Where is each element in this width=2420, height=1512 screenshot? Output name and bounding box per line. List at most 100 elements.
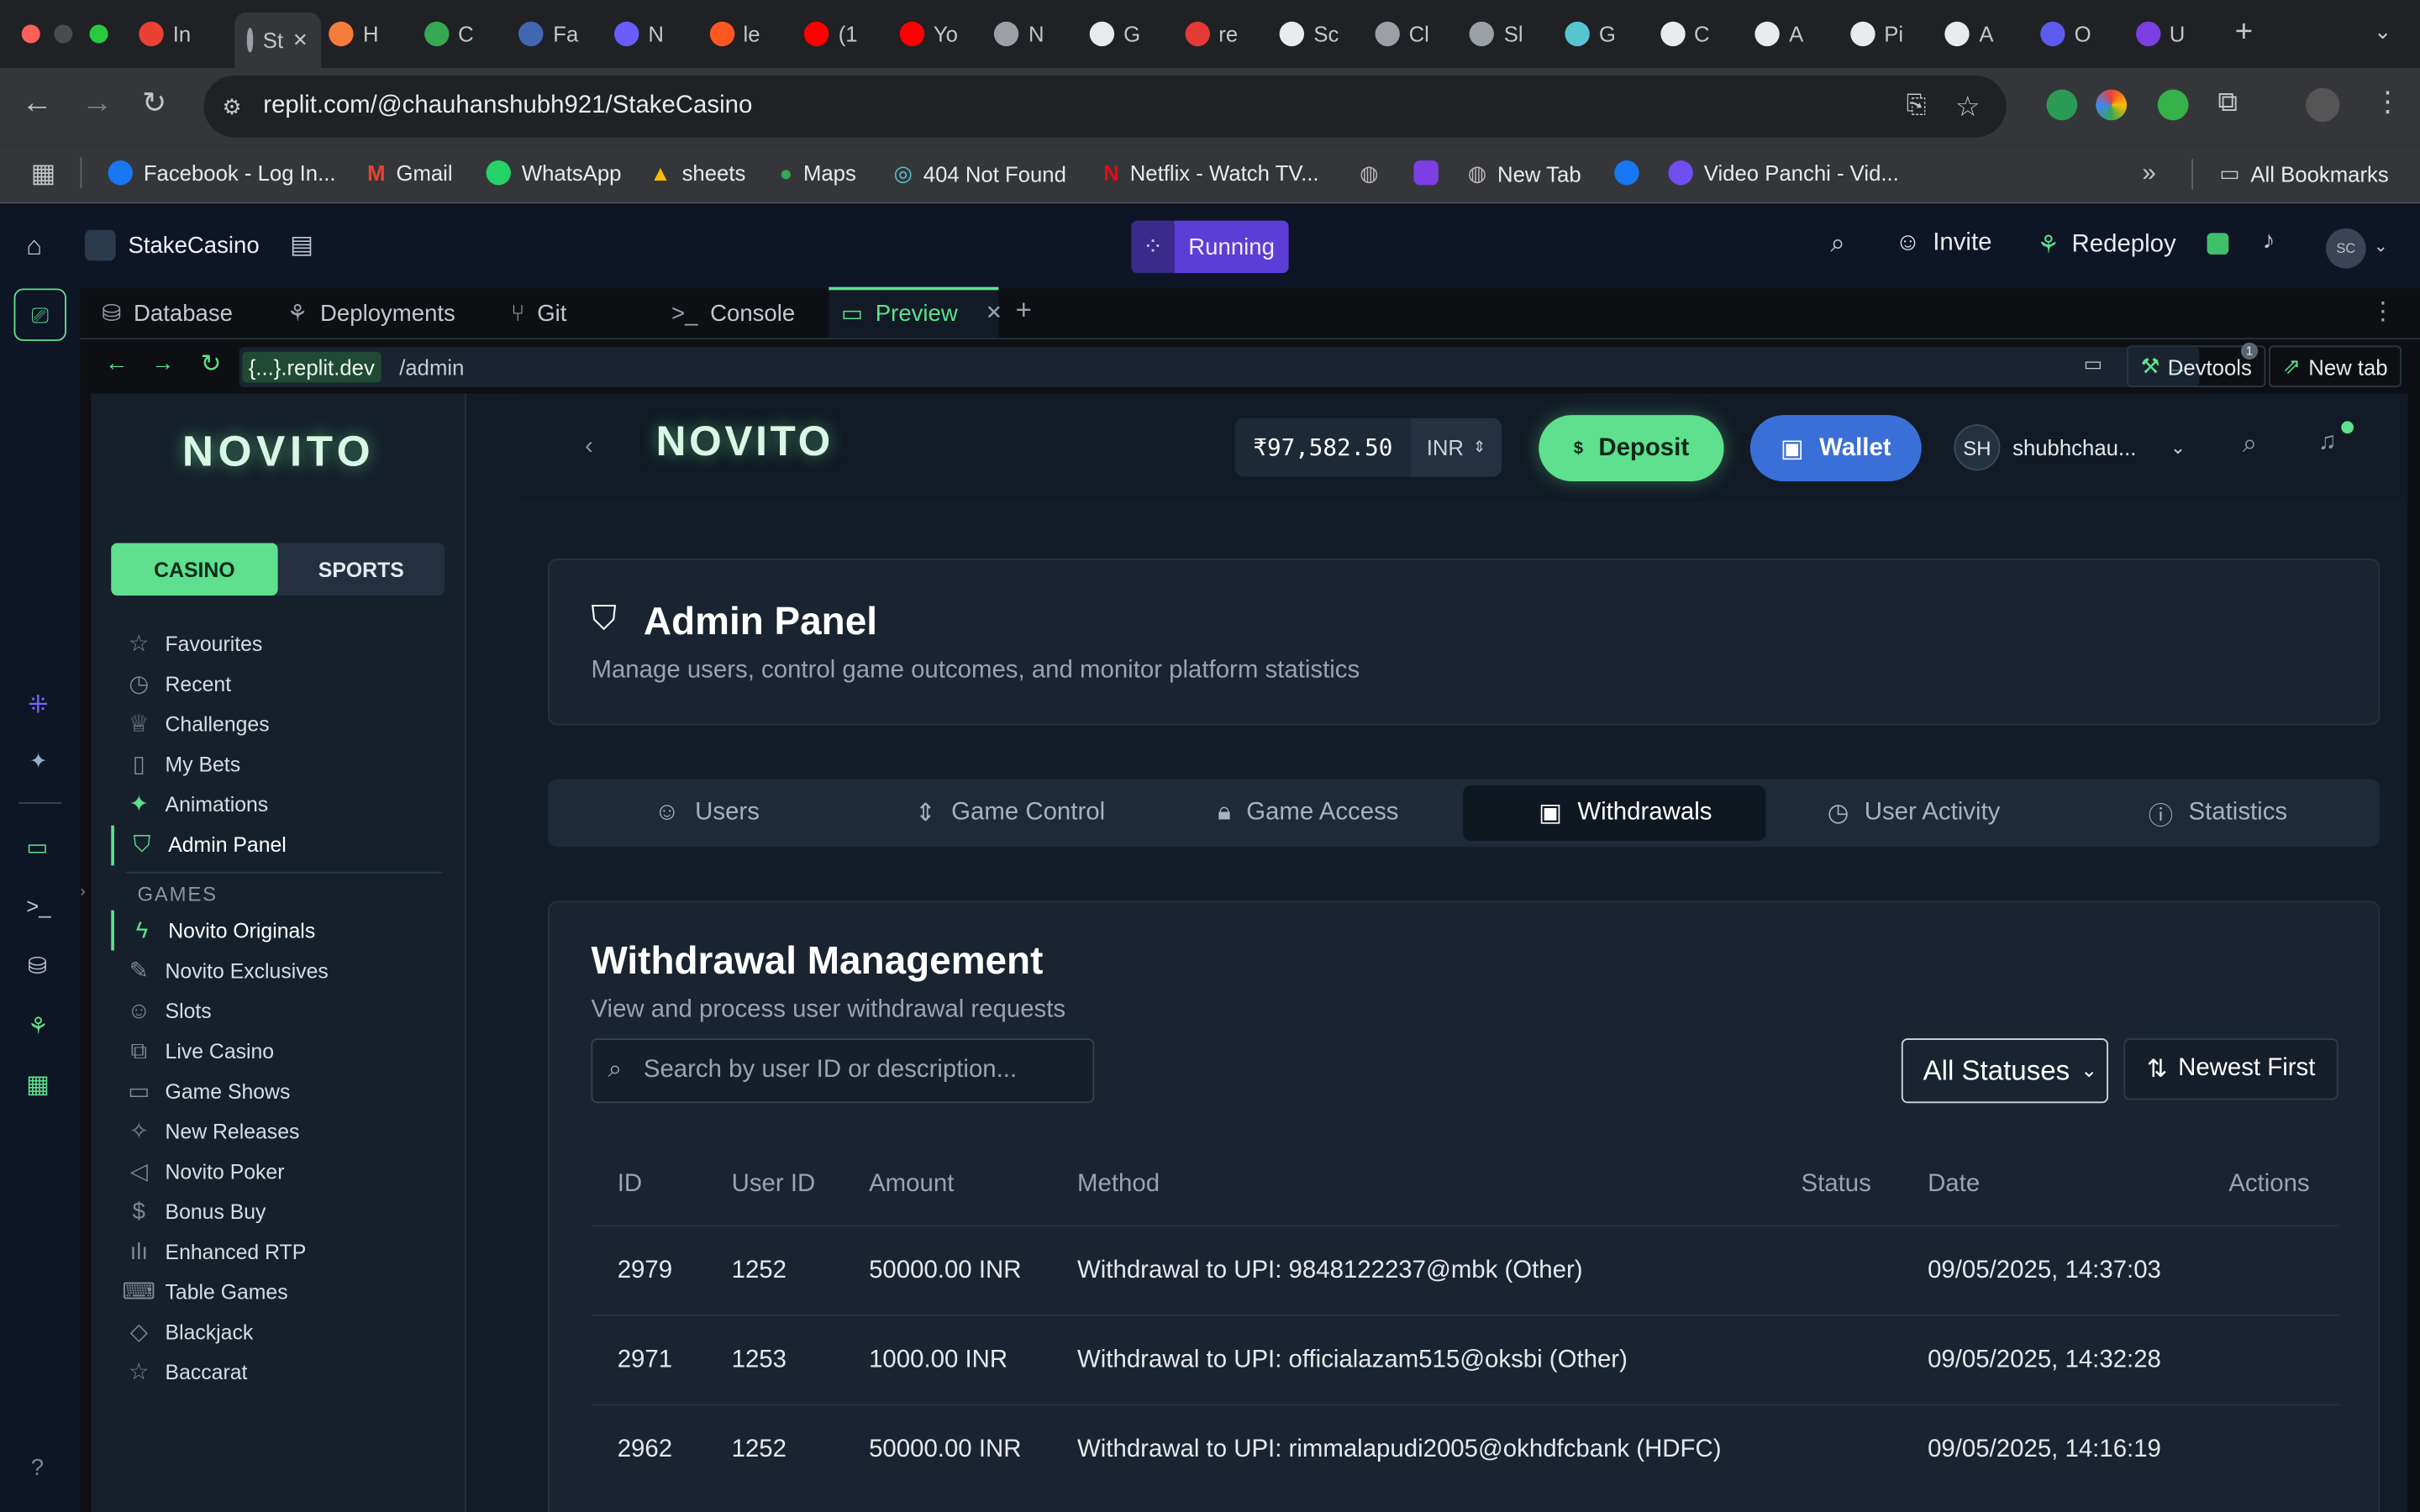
browser-tab[interactable]: Pi: [1849, 13, 1903, 55]
browser-tab[interactable]: In: [139, 13, 191, 55]
extension-status-icon[interactable]: [2207, 233, 2229, 255]
grammarly-extension-icon[interactable]: [2046, 89, 2078, 121]
nav-game-shows[interactable]: ▭ Game Shows: [125, 1077, 290, 1105]
wallet-button[interactable]: ▣ Wallet: [1749, 415, 1922, 482]
database-stack-icon[interactable]: ▤: [290, 230, 313, 261]
preview-reload-icon[interactable]: ↻: [201, 349, 222, 380]
browser-tab[interactable]: H: [329, 13, 379, 55]
maximize-window-button[interactable]: [89, 24, 108, 44]
column-header-status[interactable]: Status: [1801, 1171, 1870, 1199]
tab-game-control[interactable]: ⇕ Game Control: [915, 785, 1105, 841]
preview-forward-icon[interactable]: →: [151, 350, 175, 376]
nav-favourites[interactable]: ☆ Favourites: [125, 629, 262, 657]
back-arrow-icon[interactable]: ←: [22, 87, 53, 122]
column-header-method[interactable]: Method: [1077, 1171, 1160, 1199]
bell-icon[interactable]: ♪: [2263, 228, 2275, 256]
apps-grid-icon[interactable]: ▦: [31, 159, 56, 190]
more-options-icon[interactable]: ⋮: [2370, 297, 2395, 328]
database-icon[interactable]: ⛁: [28, 952, 47, 979]
user-menu[interactable]: SH shubhchau... ⌄: [1954, 424, 2186, 471]
browser-tab[interactable]: re: [1184, 13, 1238, 55]
tab-statistics[interactable]: ⓘ Statistics: [2149, 785, 2287, 841]
nav-novito-exclusives[interactable]: ✎ Novito Exclusives: [125, 957, 329, 984]
search-input[interactable]: ⌕ Search by user ID or description...: [591, 1038, 1095, 1104]
preview-url-input[interactable]: {...}.replit.dev /admin →: [239, 347, 2200, 388]
webview-icon[interactable]: ▭: [26, 833, 48, 861]
browser-tab[interactable]: Fa: [518, 13, 578, 55]
bookmark-gmail[interactable]: M Gmail: [367, 160, 452, 185]
browser-tab[interactable]: U: [2135, 13, 2185, 55]
browser-tab[interactable]: C: [1660, 13, 1710, 55]
currency-select[interactable]: INR ⇕: [1411, 417, 1502, 477]
bookmark-maps[interactable]: ● Maps: [780, 160, 856, 185]
bookmark-whatsapp[interactable]: WhatsApp: [486, 160, 621, 186]
nav-recent[interactable]: ◷ Recent: [125, 669, 231, 697]
preview-back-icon[interactable]: ←: [105, 350, 129, 376]
tab-database[interactable]: ⛁ Database: [102, 293, 233, 333]
tab-search-chevron-icon[interactable]: ⌄: [2374, 18, 2392, 45]
profile-avatar[interactable]: [2306, 87, 2340, 123]
deployments-icon[interactable]: ⚘: [28, 1012, 49, 1040]
redeploy-button[interactable]: ⚘ Redeploy: [2037, 230, 2175, 261]
bookmark-facebook[interactable]: Facebook - Log In...: [108, 160, 336, 186]
reload-icon[interactable]: ↻: [142, 87, 166, 122]
nav-live-casino[interactable]: ⧉ Live Casino: [125, 1037, 274, 1064]
table-row[interactable]: 2971 1253 1000.00 INR Withdrawal to UPI:…: [591, 1314, 2340, 1404]
nav-baccarat[interactable]: ☆ Baccarat: [125, 1357, 247, 1385]
home-icon[interactable]: ⌂: [26, 232, 42, 263]
browser-tab[interactable]: (1: [804, 13, 858, 55]
column-header-id[interactable]: ID: [618, 1171, 642, 1199]
column-header-amount[interactable]: Amount: [869, 1171, 954, 1199]
expand-chevron-icon[interactable]: ›: [81, 884, 86, 900]
status-filter-select[interactable]: All Statuses ⌄: [1901, 1038, 2108, 1104]
column-header-user-id[interactable]: User ID: [732, 1171, 816, 1199]
nav-my-bets[interactable]: ▯ My Bets: [125, 750, 240, 777]
casino-toggle-button[interactable]: CASINO: [111, 543, 278, 596]
site-info-icon[interactable]: ⚙: [222, 93, 241, 119]
install-app-icon[interactable]: ⎘: [1907, 92, 1927, 120]
collapse-sidebar-icon[interactable]: ‹: [585, 433, 593, 461]
tab-user-activity[interactable]: ◷ User Activity: [1828, 785, 2001, 841]
header-logo[interactable]: NOVITO: [656, 418, 834, 466]
agent-icon[interactable]: ⁜: [28, 690, 49, 721]
check-extension-icon[interactable]: [2157, 89, 2189, 121]
browser-tab[interactable]: G: [1565, 13, 1616, 55]
all-bookmarks-folder[interactable]: ▭ All Bookmarks: [2219, 160, 2388, 186]
device-icon[interactable]: ▭: [2084, 352, 2103, 376]
chrome-menu-icon[interactable]: ⋮: [2374, 87, 2402, 119]
nav-challenges[interactable]: ♕ Challenges: [125, 710, 270, 738]
balance-display[interactable]: ₹97,582.50 INR ⇕: [1234, 417, 1502, 477]
nav-enhanced-rtp[interactable]: ılı Enhanced RTP: [125, 1237, 307, 1265]
bookmark-sheets[interactable]: ▲ sheets: [650, 160, 745, 185]
browser-tab[interactable]: O: [2040, 13, 2091, 55]
bookmark-404[interactable]: ◎ 404 Not Found: [893, 160, 1065, 186]
extensions-puzzle-icon[interactable]: ⧉: [2217, 87, 2238, 119]
minimize-window-button[interactable]: [54, 24, 73, 44]
notification-bell-icon[interactable]: ♫: [2318, 429, 2337, 457]
nav-admin-panel[interactable]: ⛉ Admin Panel: [128, 830, 287, 858]
address-bar[interactable]: ⚙ replit.com/@chauhanshubh921/StakeCasin…: [203, 76, 2007, 138]
tab-withdrawals[interactable]: ▣ Withdrawals: [1539, 785, 1712, 841]
shell-icon[interactable]: >_: [26, 893, 50, 917]
color-extension-icon[interactable]: [2096, 89, 2128, 121]
new-tab-button[interactable]: ⇗ New tab: [2269, 345, 2402, 388]
sidebar-logo[interactable]: NOVITO: [91, 428, 466, 477]
tab-console[interactable]: >_ Console: [671, 293, 795, 333]
bookmark-video-panchi[interactable]: Video Panchi - Vid...: [1668, 160, 1899, 186]
browser-tab[interactable]: C: [424, 13, 474, 55]
browser-tab[interactable]: Yo: [899, 13, 958, 55]
bookmark-new-tab[interactable]: ◍ New Tab: [1468, 160, 1581, 186]
tab-preview[interactable]: ▭ Preview ✕: [841, 293, 1002, 333]
browser-tab[interactable]: Cl: [1375, 13, 1429, 55]
add-tab-plus-icon[interactable]: +: [1016, 295, 1032, 328]
search-icon[interactable]: ⌕: [2243, 429, 2258, 460]
browser-tab[interactable]: Sc: [1279, 13, 1339, 55]
browser-tab[interactable]: G: [1089, 13, 1140, 55]
project-name-button[interactable]: StakeCasino: [85, 229, 260, 261]
nav-novito-originals[interactable]: ϟ Novito Originals: [128, 916, 316, 944]
bookmark-globe[interactable]: ◍: [1360, 160, 1378, 186]
nav-animations[interactable]: ✦ Animations: [125, 790, 268, 817]
tab-game-access[interactable]: 🔒︎ Game Access: [1218, 785, 1398, 841]
nav-slots[interactable]: ☺ Slots: [125, 997, 211, 1025]
browser-tab[interactable]: A: [1754, 13, 1803, 55]
